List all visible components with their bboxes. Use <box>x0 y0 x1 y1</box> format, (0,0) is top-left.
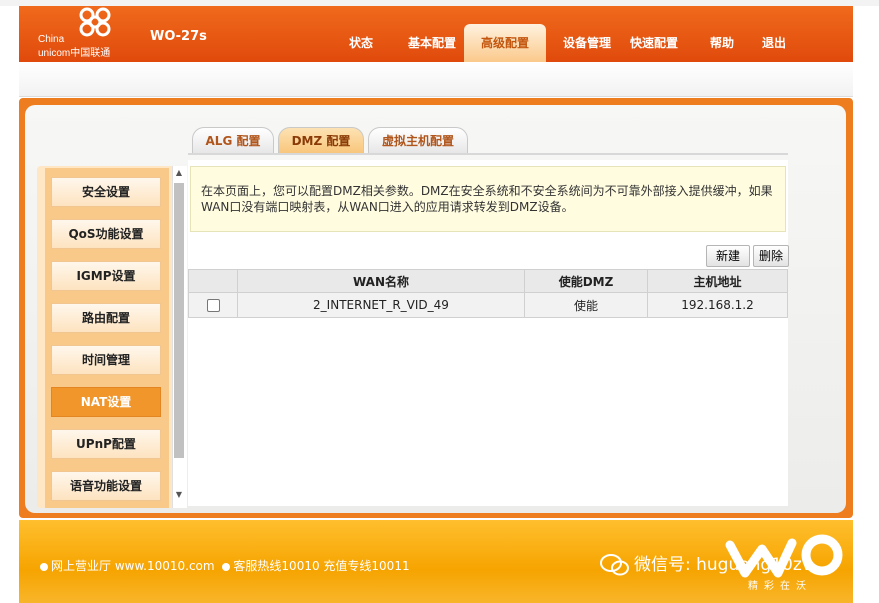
new-button[interactable]: 新建 <box>706 245 750 267</box>
wechat-icon <box>600 554 629 576</box>
logo-text-unicom: unicom中国联通 <box>38 48 111 59</box>
sidebar-item-upnp[interactable]: UPnP配置 <box>51 429 161 459</box>
page-description: 在本页面上，您可以配置DMZ相关参数。DMZ在安全系统和不安全系统间为不可靠外部… <box>190 166 786 232</box>
nav-quick-config[interactable]: 快速配置 <box>618 24 690 62</box>
row-enable-dmz: 使能 <box>524 292 648 318</box>
row-select-cell <box>188 292 238 318</box>
tab-virtual-host-config[interactable]: 虚拟主机配置 <box>368 127 468 154</box>
bullet-icon <box>40 562 48 571</box>
sidebar-item-security[interactable]: 安全设置 <box>51 177 161 207</box>
unicom-logo: China unicom中国联通 <box>38 6 138 59</box>
col-enable-dmz: 使能DMZ <box>524 269 648 293</box>
footer-hotline: 客服热线10010 充值专线10011 <box>233 559 410 573</box>
row-checkbox[interactable] <box>206 299 220 312</box>
sidebar-item-igmp[interactable]: IGMP设置 <box>51 261 161 291</box>
wechat-id: 微信号: huguang10zv <box>634 555 812 575</box>
delete-button[interactable]: 删除 <box>753 245 789 267</box>
nav-basic-config[interactable]: 基本配置 <box>396 24 468 62</box>
scrollbar-thumb[interactable] <box>174 183 184 458</box>
row-host-address: 192.168.1.2 <box>647 292 788 318</box>
table-row[interactable]: 2_INTERNET_R_VID_49 使能 192.168.1.2 <box>188 292 788 318</box>
nav-help[interactable]: 帮助 <box>702 24 742 62</box>
row-wan-name: 2_INTERNET_R_VID_49 <box>237 292 525 318</box>
bullet-icon <box>222 562 231 571</box>
unicom-knot-icon <box>79 7 111 37</box>
nav-device-management[interactable]: 设备管理 <box>546 24 628 62</box>
nav-advanced-config[interactable]: 高级配置 <box>464 24 546 62</box>
nav-status[interactable]: 状态 <box>336 24 386 62</box>
dmz-table: WAN名称 使能DMZ 主机地址 2_INTERNET_R_VID_49 使能 … <box>188 269 788 318</box>
col-wan-name: WAN名称 <box>237 269 525 293</box>
scroll-down-arrow-icon[interactable]: ▼ <box>174 490 184 502</box>
col-select <box>188 269 238 293</box>
sidebar-item-nat[interactable]: NAT设置 <box>51 387 161 417</box>
tab-alg-config[interactable]: ALG 配置 <box>192 127 274 154</box>
sidebar-item-time[interactable]: 时间管理 <box>51 345 161 375</box>
scroll-up-arrow-icon[interactable]: ▲ <box>174 168 184 180</box>
tab-divider <box>188 153 788 155</box>
footer-links: 网上营业厅 www.10010.com 客服热线10010 充值专线10011 <box>40 557 410 574</box>
sidebar-item-qos[interactable]: QoS功能设置 <box>51 219 161 249</box>
nav-logout[interactable]: 退出 <box>754 24 794 62</box>
device-model: WO-27s <box>150 29 207 44</box>
tab-dmz-config[interactable]: DMZ 配置 <box>278 127 364 154</box>
wo-slogan: 精彩在沃 <box>748 581 812 592</box>
wechat-watermark: 微信号: huguang10zv <box>600 550 812 577</box>
col-host-address: 主机地址 <box>647 269 788 293</box>
sidebar-item-voice[interactable]: 语音功能设置 <box>51 471 161 501</box>
footer-web-hall[interactable]: 网上营业厅 www.10010.com <box>51 559 215 573</box>
table-header-row: WAN名称 使能DMZ 主机地址 <box>188 269 788 293</box>
sub-bar <box>19 62 853 97</box>
sidebar-item-routing[interactable]: 路由配置 <box>51 303 161 333</box>
